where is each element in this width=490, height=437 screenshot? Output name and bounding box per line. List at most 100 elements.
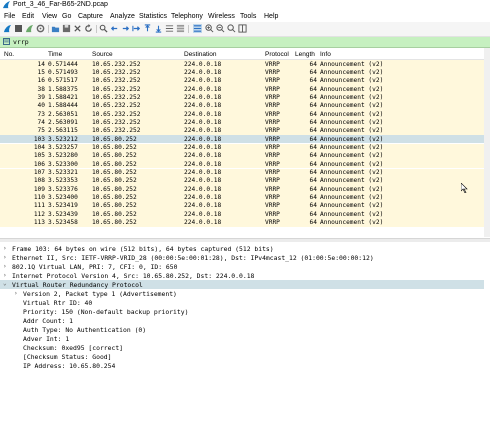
expand-arrow-icon[interactable]: › (3, 254, 7, 261)
detail-version[interactable]: Version 2, Packet type 1 (Advertisement) (23, 290, 177, 298)
menu-go[interactable]: Go (62, 13, 71, 20)
packet-row[interactable]: 111 3.523419 10.65.80.252 224.0.0.18 VRRP 64 A… (0, 201, 490, 211)
menu-help[interactable]: Help (264, 13, 278, 20)
last-packet-icon[interactable] (154, 24, 163, 33)
packet-row[interactable]: 75 2.563115 10.65.232.252 224.0.0.18 VRRP 64 A… (0, 126, 490, 136)
packet-row[interactable]: 15 0.571493 10.65.232.252 224.0.0.18 VRRP 64 A… (0, 68, 490, 77)
packet-list[interactable]: No. Time Source Destination Protocol Len… (0, 48, 490, 237)
detail-vrid[interactable]: Virtual Rtr ID: 40 (23, 299, 92, 307)
display-filter-bar[interactable]: ▤ vrrp (0, 37, 490, 48)
packet-row[interactable]: 107 3.523321 10.65.80.252 224.0.0.18 VRRP 64 A… (0, 168, 490, 177)
detail-ip[interactable]: Internet Protocol Version 4, Src: 10.65.… (12, 272, 254, 280)
detail-ethernet[interactable]: Ethernet II, Src: IETF-VRRP-VRID_28 (00:… (12, 254, 374, 262)
packet-row[interactable]: 40 1.588444 10.65.232.252 224.0.0.18 VRRP 64 A… (0, 101, 490, 111)
restart-capture-fin-icon[interactable] (25, 24, 34, 33)
zoom-in-icon[interactable] (205, 24, 214, 33)
detail-vlan[interactable]: 802.1Q Virtual LAN, PRI: 7, CFI: 0, ID: … (12, 263, 177, 271)
packet-row[interactable]: 73 2.563051 10.65.232.252 224.0.0.18 VRRP 64 A… (0, 110, 490, 119)
cell-no: 109 (33, 185, 45, 193)
menu-edit[interactable]: Edit (22, 13, 34, 20)
col-header-time[interactable]: Time (48, 51, 62, 58)
reload-icon[interactable] (84, 24, 93, 33)
packet-list-scrollbar[interactable] (484, 48, 490, 237)
menu-telephony[interactable]: Telephony (171, 13, 203, 20)
menu-statistics[interactable]: Statistics (139, 13, 167, 20)
col-header-no[interactable]: No. (4, 51, 14, 58)
normal-size-icon[interactable] (227, 24, 236, 33)
detail-checksum-status[interactable]: [Checksum Status: Good] (23, 353, 112, 361)
go-to-packet-icon[interactable] (132, 24, 141, 33)
cell-length: 64 (309, 202, 317, 210)
packet-row[interactable]: 104 3.523257 10.65.80.252 224.0.0.18 VRRP 64 A… (0, 143, 490, 152)
capture-options-gear-icon[interactable] (36, 24, 45, 33)
cell-length: 64 (309, 127, 317, 135)
expand-arrow-icon[interactable]: › (3, 245, 7, 252)
expand-arrow-icon[interactable]: › (3, 263, 7, 270)
cell-destination: 224.0.0.18 (184, 160, 222, 168)
cell-time: 3.523321 (48, 169, 78, 177)
stop-capture-icon[interactable] (14, 24, 23, 33)
col-header-protocol[interactable]: Protocol (265, 51, 289, 58)
menu-wireless[interactable]: Wireless (208, 13, 235, 20)
cell-time: 3.523300 (48, 160, 78, 168)
close-file-icon[interactable] (73, 24, 82, 33)
open-file-icon[interactable] (51, 24, 60, 33)
menu-tools[interactable]: Tools (240, 13, 256, 20)
autoscroll-icon[interactable] (165, 24, 174, 33)
cell-source: 10.65.80.252 (92, 135, 137, 143)
cell-time: 0.571444 (48, 60, 78, 68)
detail-vrrp[interactable]: Virtual Router Redundancy Protocol (12, 281, 143, 289)
menu-bar: File Edit View Go Capture Analyze Statis… (0, 11, 490, 22)
packet-row[interactable]: 14 0.571444 10.65.232.252 224.0.0.18 VRRP 64 A… (0, 60, 490, 69)
detail-addr-count[interactable]: Addr Count: 1 (23, 317, 73, 325)
packet-row[interactable]: 106 3.523300 10.65.80.252 224.0.0.18 VRRP 64 A… (0, 160, 490, 169)
detail-priority[interactable]: Priority: 150 (Non-default backup priori… (23, 308, 188, 316)
packet-row[interactable]: 74 2.563091 10.65.232.252 224.0.0.18 VRRP 64 A… (0, 118, 490, 127)
save-file-icon[interactable] (62, 24, 71, 33)
packet-row[interactable]: 38 1.588375 10.65.232.252 224.0.0.18 VRRP 64 A… (0, 85, 490, 94)
col-header-destination[interactable]: Destination (184, 51, 217, 58)
detail-checksum[interactable]: Checksum: 0xed95 [correct] (23, 344, 123, 352)
collapse-arrow-icon[interactable]: ⌄ (3, 280, 7, 287)
zoom-out-icon[interactable] (216, 24, 225, 33)
expand-arrow-icon[interactable]: › (14, 290, 18, 297)
menu-file[interactable]: File (4, 13, 15, 20)
cell-destination: 224.0.0.18 (184, 118, 222, 126)
packet-row[interactable]: 109 3.523376 10.65.80.252 224.0.0.18 VRRP 64 A… (0, 185, 490, 194)
packet-row[interactable]: 110 3.523400 10.65.80.252 224.0.0.18 VRRP 64 A… (0, 193, 490, 202)
detail-adver-int[interactable]: Adver Int: 1 (23, 335, 69, 343)
cell-no: 112 (33, 210, 45, 218)
menu-view[interactable]: View (42, 13, 57, 20)
detail-vrrp-row[interactable]: ⌄ Virtual Router Redundancy Protocol (0, 280, 484, 289)
packet-details-pane[interactable]: › Frame 103: 64 bytes on wire (512 bits)… (0, 242, 490, 437)
colorize-packet-list-icon[interactable] (193, 24, 202, 33)
expand-arrow-icon[interactable]: › (3, 272, 7, 279)
packet-row[interactable]: 39 1.588421 10.65.232.252 224.0.0.18 VRRP 64 A… (0, 93, 490, 102)
bookmark-filter-icon[interactable]: ▤ (3, 38, 10, 45)
menu-capture[interactable]: Capture (78, 13, 103, 20)
cell-info: Announcement (v2) (320, 202, 384, 210)
packet-row[interactable]: 103 3.523212 10.65.80.252 224.0.0.18 VRRP 64 A… (0, 135, 490, 144)
packet-row[interactable]: 108 3.523353 10.65.80.252 224.0.0.18 VRRP 64 A… (0, 176, 490, 186)
col-header-length[interactable]: Length (295, 51, 315, 58)
find-packet-icon[interactable] (99, 24, 108, 33)
packet-row[interactable]: 105 3.523280 10.65.80.252 224.0.0.18 VRRP 64 A… (0, 151, 490, 161)
packet-row[interactable]: 113 3.523458 10.65.80.252 224.0.0.18 VRRP 64 A… (0, 218, 490, 227)
detail-auth-type[interactable]: Auth Type: No Authentication (0) (23, 326, 146, 334)
resize-columns-icon[interactable] (238, 24, 247, 33)
cell-length: 64 (309, 169, 317, 177)
col-header-info[interactable]: Info (320, 51, 331, 58)
col-header-source[interactable]: Source (92, 51, 113, 58)
menu-analyze[interactable]: Analyze (110, 13, 135, 20)
display-filter-input[interactable]: vrrp (13, 38, 29, 46)
detail-frame[interactable]: Frame 103: 64 bytes on wire (512 bits), … (12, 245, 274, 253)
go-back-arrow-icon[interactable] (110, 24, 119, 33)
packet-row[interactable]: 112 3.523439 10.65.80.252 224.0.0.18 VRRP 64 A… (0, 210, 490, 219)
first-packet-icon[interactable] (143, 24, 152, 33)
colorize-icon[interactable] (176, 24, 185, 33)
detail-ip-address[interactable]: IP Address: 10.65.80.254 (23, 362, 115, 370)
cell-destination: 224.0.0.18 (184, 177, 222, 185)
packet-row[interactable]: 16 0.571517 10.65.232.252 224.0.0.18 VRRP 64 A… (0, 76, 490, 85)
go-forward-arrow-icon[interactable] (121, 24, 130, 33)
start-capture-fin-icon[interactable] (3, 24, 12, 33)
